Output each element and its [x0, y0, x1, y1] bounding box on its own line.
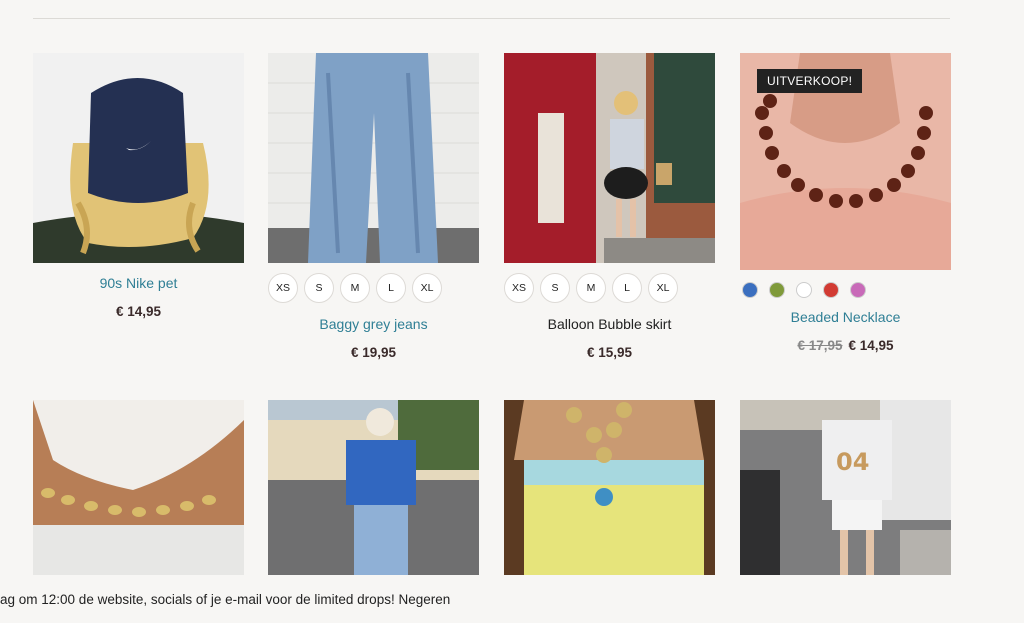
product-image-jersey-outfit[interactable]: 04	[740, 400, 951, 575]
product-card-nike-cap[interactable]: 90s Nike pet € 14,95	[33, 53, 244, 319]
product-image-skirt[interactable]	[504, 53, 715, 263]
product-image-nike-cap[interactable]	[33, 53, 244, 263]
product-card-jersey-outfit[interactable]: 04	[740, 400, 951, 575]
swatch-green[interactable]	[769, 282, 785, 298]
product-card-waist-chain[interactable]	[33, 400, 244, 575]
sale-badge: UITVERKOOP!	[757, 69, 863, 93]
original-price: € 17,95	[797, 338, 843, 353]
size-options: XS S M L XL	[268, 273, 479, 303]
product-price: € 19,95	[350, 345, 397, 360]
product-image-waist-chain[interactable]	[33, 400, 244, 575]
cookie-notice-text: ag om 12:00 de website, socials of je e-…	[0, 592, 451, 607]
size-xs-option[interactable]: XS	[268, 273, 298, 303]
product-price: € 15,95	[586, 345, 633, 360]
product-card-jeans[interactable]: XS S M L XL Baggy grey jeans € 19,95	[268, 53, 479, 360]
product-title[interactable]: Baggy grey jeans	[268, 316, 479, 332]
top-divider	[33, 18, 950, 19]
product-title[interactable]: 90s Nike pet	[33, 275, 244, 291]
product-price: € 14,95	[115, 304, 162, 319]
product-card-coin-necklace[interactable]	[504, 400, 715, 575]
product-title[interactable]: Beaded Necklace	[740, 309, 951, 325]
product-title[interactable]: Balloon Bubble skirt	[504, 316, 715, 332]
size-l-option[interactable]: L	[376, 273, 406, 303]
svg-text:04: 04	[836, 448, 869, 476]
product-image-jeans[interactable]	[268, 53, 479, 263]
swatch-pink[interactable]	[850, 282, 866, 298]
size-xl-option[interactable]: XL	[412, 273, 442, 303]
sale-price: € 14,95	[848, 338, 894, 353]
size-m-option[interactable]: M	[340, 273, 370, 303]
size-xs-option[interactable]: XS	[504, 273, 534, 303]
size-m-option[interactable]: M	[576, 273, 606, 303]
size-s-option[interactable]: S	[540, 273, 570, 303]
swatch-red[interactable]	[823, 282, 839, 298]
size-l-option[interactable]: L	[612, 273, 642, 303]
size-xl-option[interactable]: XL	[648, 273, 678, 303]
product-image-coin-necklace[interactable]	[504, 400, 715, 575]
swatch-blue[interactable]	[742, 282, 758, 298]
product-card-street-outfit[interactable]	[268, 400, 479, 575]
size-options: XS S M L XL	[504, 273, 715, 303]
product-card-skirt[interactable]: XS S M L XL Balloon Bubble skirt € 15,95	[504, 53, 715, 360]
size-s-option[interactable]: S	[304, 273, 334, 303]
swatch-white[interactable]	[796, 282, 812, 298]
color-swatches	[740, 282, 951, 298]
product-image-street-outfit[interactable]	[268, 400, 479, 575]
product-price: € 17,95 € 14,95	[740, 338, 951, 353]
product-card-necklace[interactable]: UITVERKOOP! Beaded Necklace € 17,95 € 14,…	[740, 53, 951, 353]
product-image-necklace[interactable]: UITVERKOOP!	[740, 53, 951, 270]
